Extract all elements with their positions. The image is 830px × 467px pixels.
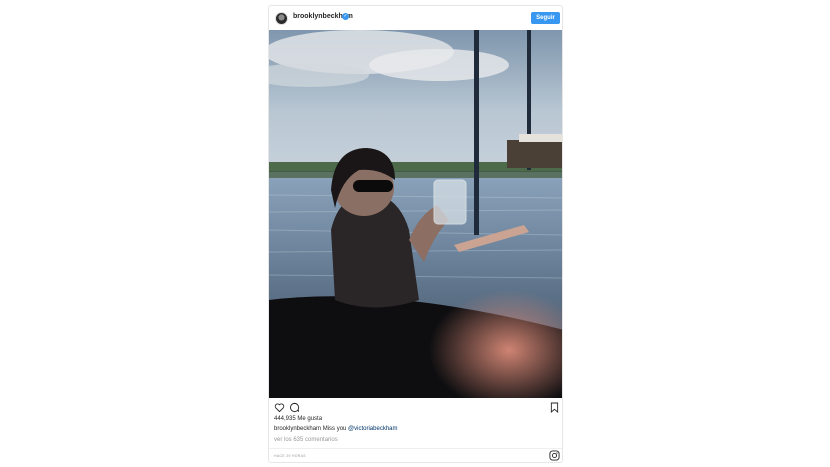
instagram-icon[interactable]: [549, 450, 560, 461]
instagram-embed-card: brooklynbeckham ✓ Seguir 444,935 Me gust…: [268, 5, 563, 463]
post-actions: [269, 401, 562, 415]
caption-mention[interactable]: @victoriabeckham: [348, 426, 397, 432]
caption-username[interactable]: brooklynbeckham: [274, 426, 321, 432]
comment-icon[interactable]: [289, 402, 300, 413]
post-caption: brooklynbeckham Miss you @victoriabeckha…: [274, 426, 398, 432]
post-timestamp: HACE 29 HORAS: [274, 454, 306, 458]
post-photo-illustration: [269, 30, 562, 398]
bookmark-icon[interactable]: [550, 402, 559, 413]
verified-badge-icon: ✓: [342, 13, 349, 20]
avatar[interactable]: [275, 12, 288, 25]
heart-icon[interactable]: [274, 402, 285, 413]
follow-button[interactable]: Seguir: [531, 12, 560, 24]
caption-text: Miss you: [322, 426, 347, 432]
post-photo[interactable]: [269, 30, 562, 398]
view-comments-link[interactable]: ver los 635 comentarios: [274, 437, 338, 443]
divider: [269, 448, 562, 449]
likes-count[interactable]: 444,935 Me gusta: [274, 416, 322, 422]
post-header: brooklynbeckham ✓ Seguir: [269, 6, 562, 30]
